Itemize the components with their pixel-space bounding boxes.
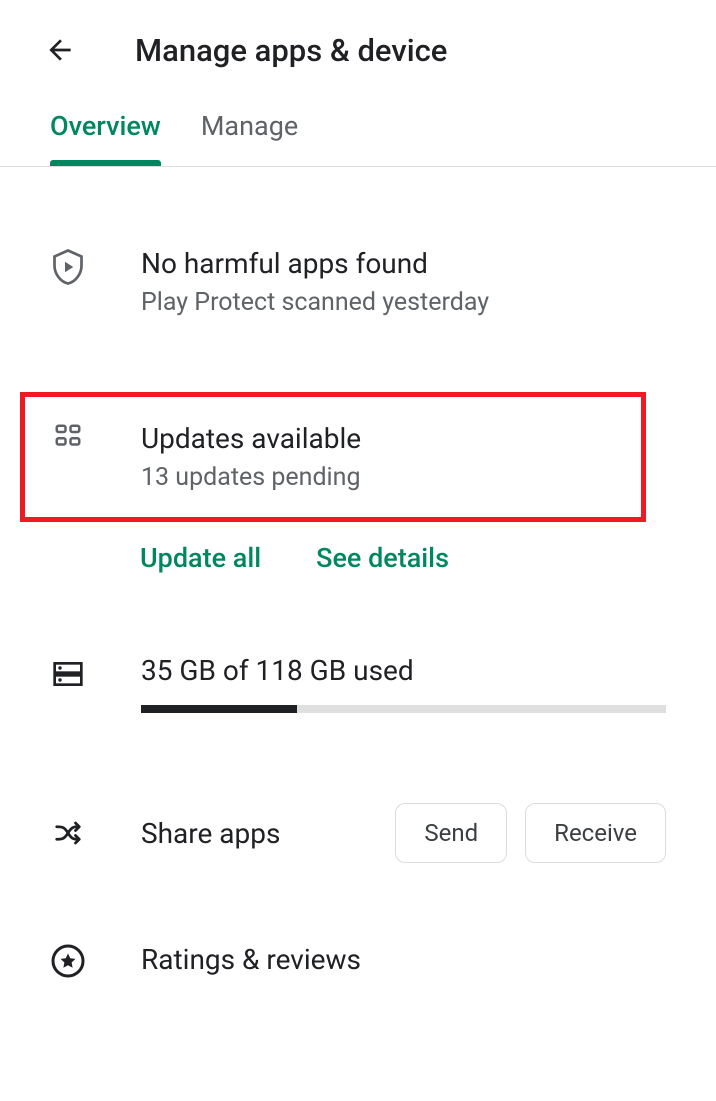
section-play-protect[interactable]: No harmful apps found Play Protect scann…: [0, 167, 716, 357]
updates-title: Updates available: [141, 422, 666, 455]
storage-icon: [50, 658, 86, 690]
send-button[interactable]: Send: [395, 803, 507, 863]
updates-subtitle: 13 updates pending: [141, 463, 666, 492]
shuffle-icon: [50, 818, 86, 848]
storage-progress-bar: [141, 705, 666, 713]
shield-play-icon: [50, 247, 86, 287]
apps-grid-icon: [50, 422, 86, 452]
arrow-left-icon: [44, 34, 76, 66]
protect-subtitle: Play Protect scanned yesterday: [141, 288, 666, 317]
tab-manage[interactable]: Manage: [201, 110, 298, 166]
receive-button[interactable]: Receive: [525, 803, 666, 863]
storage-label: 35 GB of 118 GB used: [141, 654, 666, 687]
tab-overview[interactable]: Overview: [50, 110, 161, 166]
ratings-label: Ratings & reviews: [141, 943, 666, 976]
tabs: Overview Manage: [0, 110, 716, 167]
update-all-link[interactable]: Update all: [140, 542, 261, 574]
section-storage[interactable]: 35 GB of 118 GB used: [0, 594, 716, 743]
storage-progress-fill: [141, 705, 297, 713]
section-share-apps: Share apps Send Receive: [0, 743, 716, 903]
section-ratings[interactable]: Ratings & reviews: [0, 903, 716, 1024]
protect-title: No harmful apps found: [141, 247, 666, 280]
section-updates[interactable]: Updates available 13 updates pending: [0, 397, 716, 517]
back-button[interactable]: [40, 30, 80, 70]
page-title: Manage apps & device: [135, 32, 447, 69]
star-circle-icon: [50, 943, 86, 979]
see-details-link[interactable]: See details: [316, 542, 449, 574]
share-apps-label: Share apps: [141, 817, 395, 850]
